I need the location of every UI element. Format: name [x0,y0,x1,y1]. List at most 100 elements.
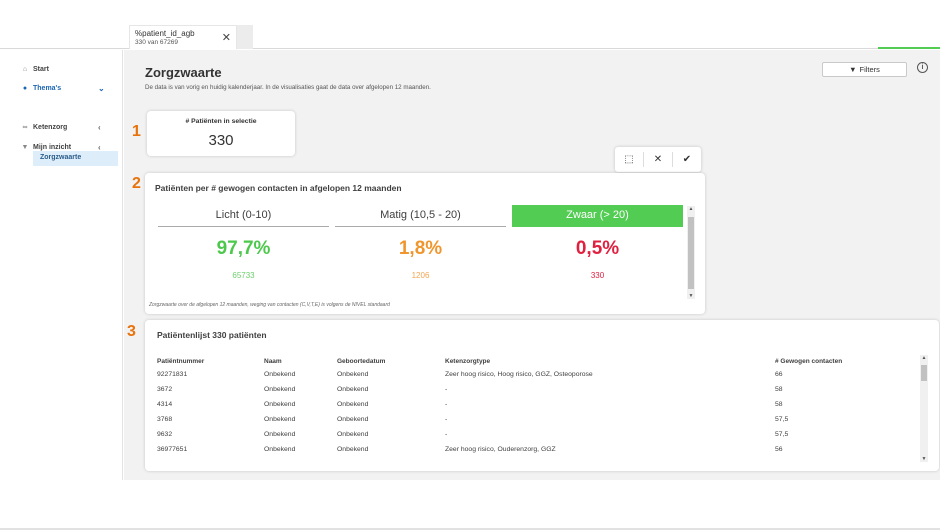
cell: 3672 [157,386,173,393]
column-header[interactable]: Ketenzorgtype [445,355,775,367]
marker-1: 1 [132,123,141,140]
main-content: Zorgzwaarte De data is van vorig en huid… [124,50,940,480]
chevron-down-icon: ⌄ [98,84,105,93]
category-zwaar[interactable]: Zwaar (> 20) [512,205,683,227]
cell: - [445,431,448,438]
selection-indicator [878,47,940,49]
cell: Onbekend [337,446,369,453]
table-row[interactable]: 3672 Onbekend Onbekend - 58 [157,382,915,397]
card-title: Patiëntenlijst 330 patiënten [157,330,267,340]
cell: Onbekend [337,386,369,393]
kpi-card[interactable]: # Patiënten in selectie 330 [147,111,295,156]
sidebar-item-start[interactable]: ⌂ Start [20,66,49,73]
category-matig-count: 1206 [411,271,430,280]
table-row[interactable]: 3768 Onbekend Onbekend - 57,5 [157,412,915,427]
cell: 56 [775,446,783,453]
footnote: Zorgzwaarte over de afgelopen 12 maanden… [149,302,390,308]
sidebar: ⌂ Start ● Thema's ⌄ Zorgzwaarte ∞ Ketenz… [0,50,123,480]
page-subtitle: De data is van vorig en huidig kalenderj… [145,84,431,91]
sidebar-item-label: Thema's [33,85,62,92]
confirm-selection-button[interactable]: ✔ [673,147,701,172]
kpi-value: 330 [208,132,234,149]
category-licht-percentage: 97,7% [216,238,271,259]
scroll-up-icon[interactable]: ▲ [920,355,928,361]
cell: Zeer hoog risico, Ouderenzorg, GGZ [445,446,556,453]
sidebar-item-label: Ketenzorg [33,124,68,131]
scrollbar[interactable]: ▲ ▼ [687,206,695,299]
cancel-selection-button[interactable]: ✕ [644,147,672,172]
cell: 66 [775,371,783,378]
cell: 9632 [157,431,173,438]
table-row[interactable]: 36977651 Onbekend Onbekend Zeer hoog ris… [157,442,915,457]
cell: Onbekend [264,401,296,408]
scroll-thumb[interactable] [688,217,694,289]
cell: Onbekend [337,401,369,408]
selection-chip[interactable]: %patient_id_agb 330 van 67269 ✕ [129,25,237,49]
cell: - [445,401,448,408]
cell: 36977651 [157,446,188,453]
table-row[interactable]: 9632 Onbekend Onbekend - 57,5 [157,427,915,442]
column-header[interactable]: Naam [264,355,337,367]
cell: Zeer hoog risico, Hoog risico, GGZ, Oste… [445,371,593,378]
column-header[interactable]: Geboortedatum [337,355,445,367]
table-row[interactable]: 4314 Onbekend Onbekend - 58 [157,397,915,412]
sidebar-item-label: Mijn inzicht [33,144,72,151]
filters-button[interactable]: ▼ Filters [822,62,907,77]
lightbulb-icon: ● [22,85,28,92]
column-header[interactable]: # Gewogen contacten [775,355,915,367]
page-title: Zorgzwaarte [145,65,222,80]
cell: 58 [775,386,783,393]
marker-3: 3 [127,323,136,340]
scroll-down-icon[interactable]: ▼ [687,293,695,299]
sidebar-item-mijn-inzicht[interactable]: ▼ Mijn inzicht ‹ [20,143,101,152]
cell: 3768 [157,416,173,423]
cell: Onbekend [264,416,296,423]
sidebar-item-label: Start [33,66,49,73]
funnel-icon: ▼ [849,65,857,74]
category-licht-count: 65733 [232,271,255,280]
column-header[interactable]: Patiëntnummer [157,355,264,367]
kpi-title: # Patiënten in selectie [185,118,257,125]
select-icon[interactable]: ⬚ [615,147,643,172]
category-zwaar-count: 330 [590,271,605,280]
scrollbar[interactable]: ▲ ▼ [920,355,928,462]
cell: Onbekend [264,371,296,378]
cell: - [445,416,448,423]
patient-table: Patiëntnummer Naam Geboortedatum Ketenzo… [157,355,915,457]
sidebar-subitem-zorgzwaarte[interactable]: Zorgzwaarte [33,151,118,166]
category-zwaar-percentage: 0,5% [575,238,620,259]
scroll-down-icon[interactable]: ▼ [920,456,928,462]
selection-toolbar: ⬚ ✕ ✔ [615,147,701,172]
cell: Onbekend [264,431,296,438]
cell: Onbekend [264,446,296,453]
info-icon[interactable]: i [917,62,928,73]
scroll-up-icon[interactable]: ▲ [687,206,695,212]
chevron-left-icon: ‹ [98,143,101,152]
sidebar-item-themas[interactable]: ● Thema's ⌄ [20,84,105,93]
patient-list-card: Patiëntenlijst 330 patiënten Patiëntnumm… [145,320,939,471]
cell: 4314 [157,401,173,408]
cell: 58 [775,401,783,408]
funnel-icon: ▼ [21,144,29,151]
scroll-thumb[interactable] [921,365,927,381]
home-icon: ⌂ [22,66,28,73]
table-row[interactable]: 92271831 Onbekend Onbekend Zeer hoog ris… [157,367,915,382]
close-icon[interactable]: ✕ [222,31,231,44]
card-title: Patiënten per # gewogen contacten in afg… [155,183,402,193]
cell: Onbekend [337,416,369,423]
category-matig[interactable]: Matig (10,5 - 20) [335,205,506,227]
selection-slot-empty [237,25,253,49]
top-bar: %patient_id_agb 330 van 67269 ✕ [0,0,940,49]
chevron-left-icon: ‹ [98,123,101,132]
cell: 57,5 [775,431,789,438]
cell: Onbekend [264,386,296,393]
table-header-row: Patiëntnummer Naam Geboortedatum Ketenzo… [157,355,915,367]
categories-card: Patiënten per # gewogen contacten in afg… [145,173,705,314]
sidebar-item-ketenzorg[interactable]: ∞ Ketenzorg ‹ [20,123,101,132]
cell: Onbekend [337,431,369,438]
link-icon: ∞ [22,124,28,131]
marker-2: 2 [132,175,141,192]
cell: 57,5 [775,416,789,423]
cell: 92271831 [157,371,188,378]
category-licht[interactable]: Licht (0-10) [158,205,329,227]
